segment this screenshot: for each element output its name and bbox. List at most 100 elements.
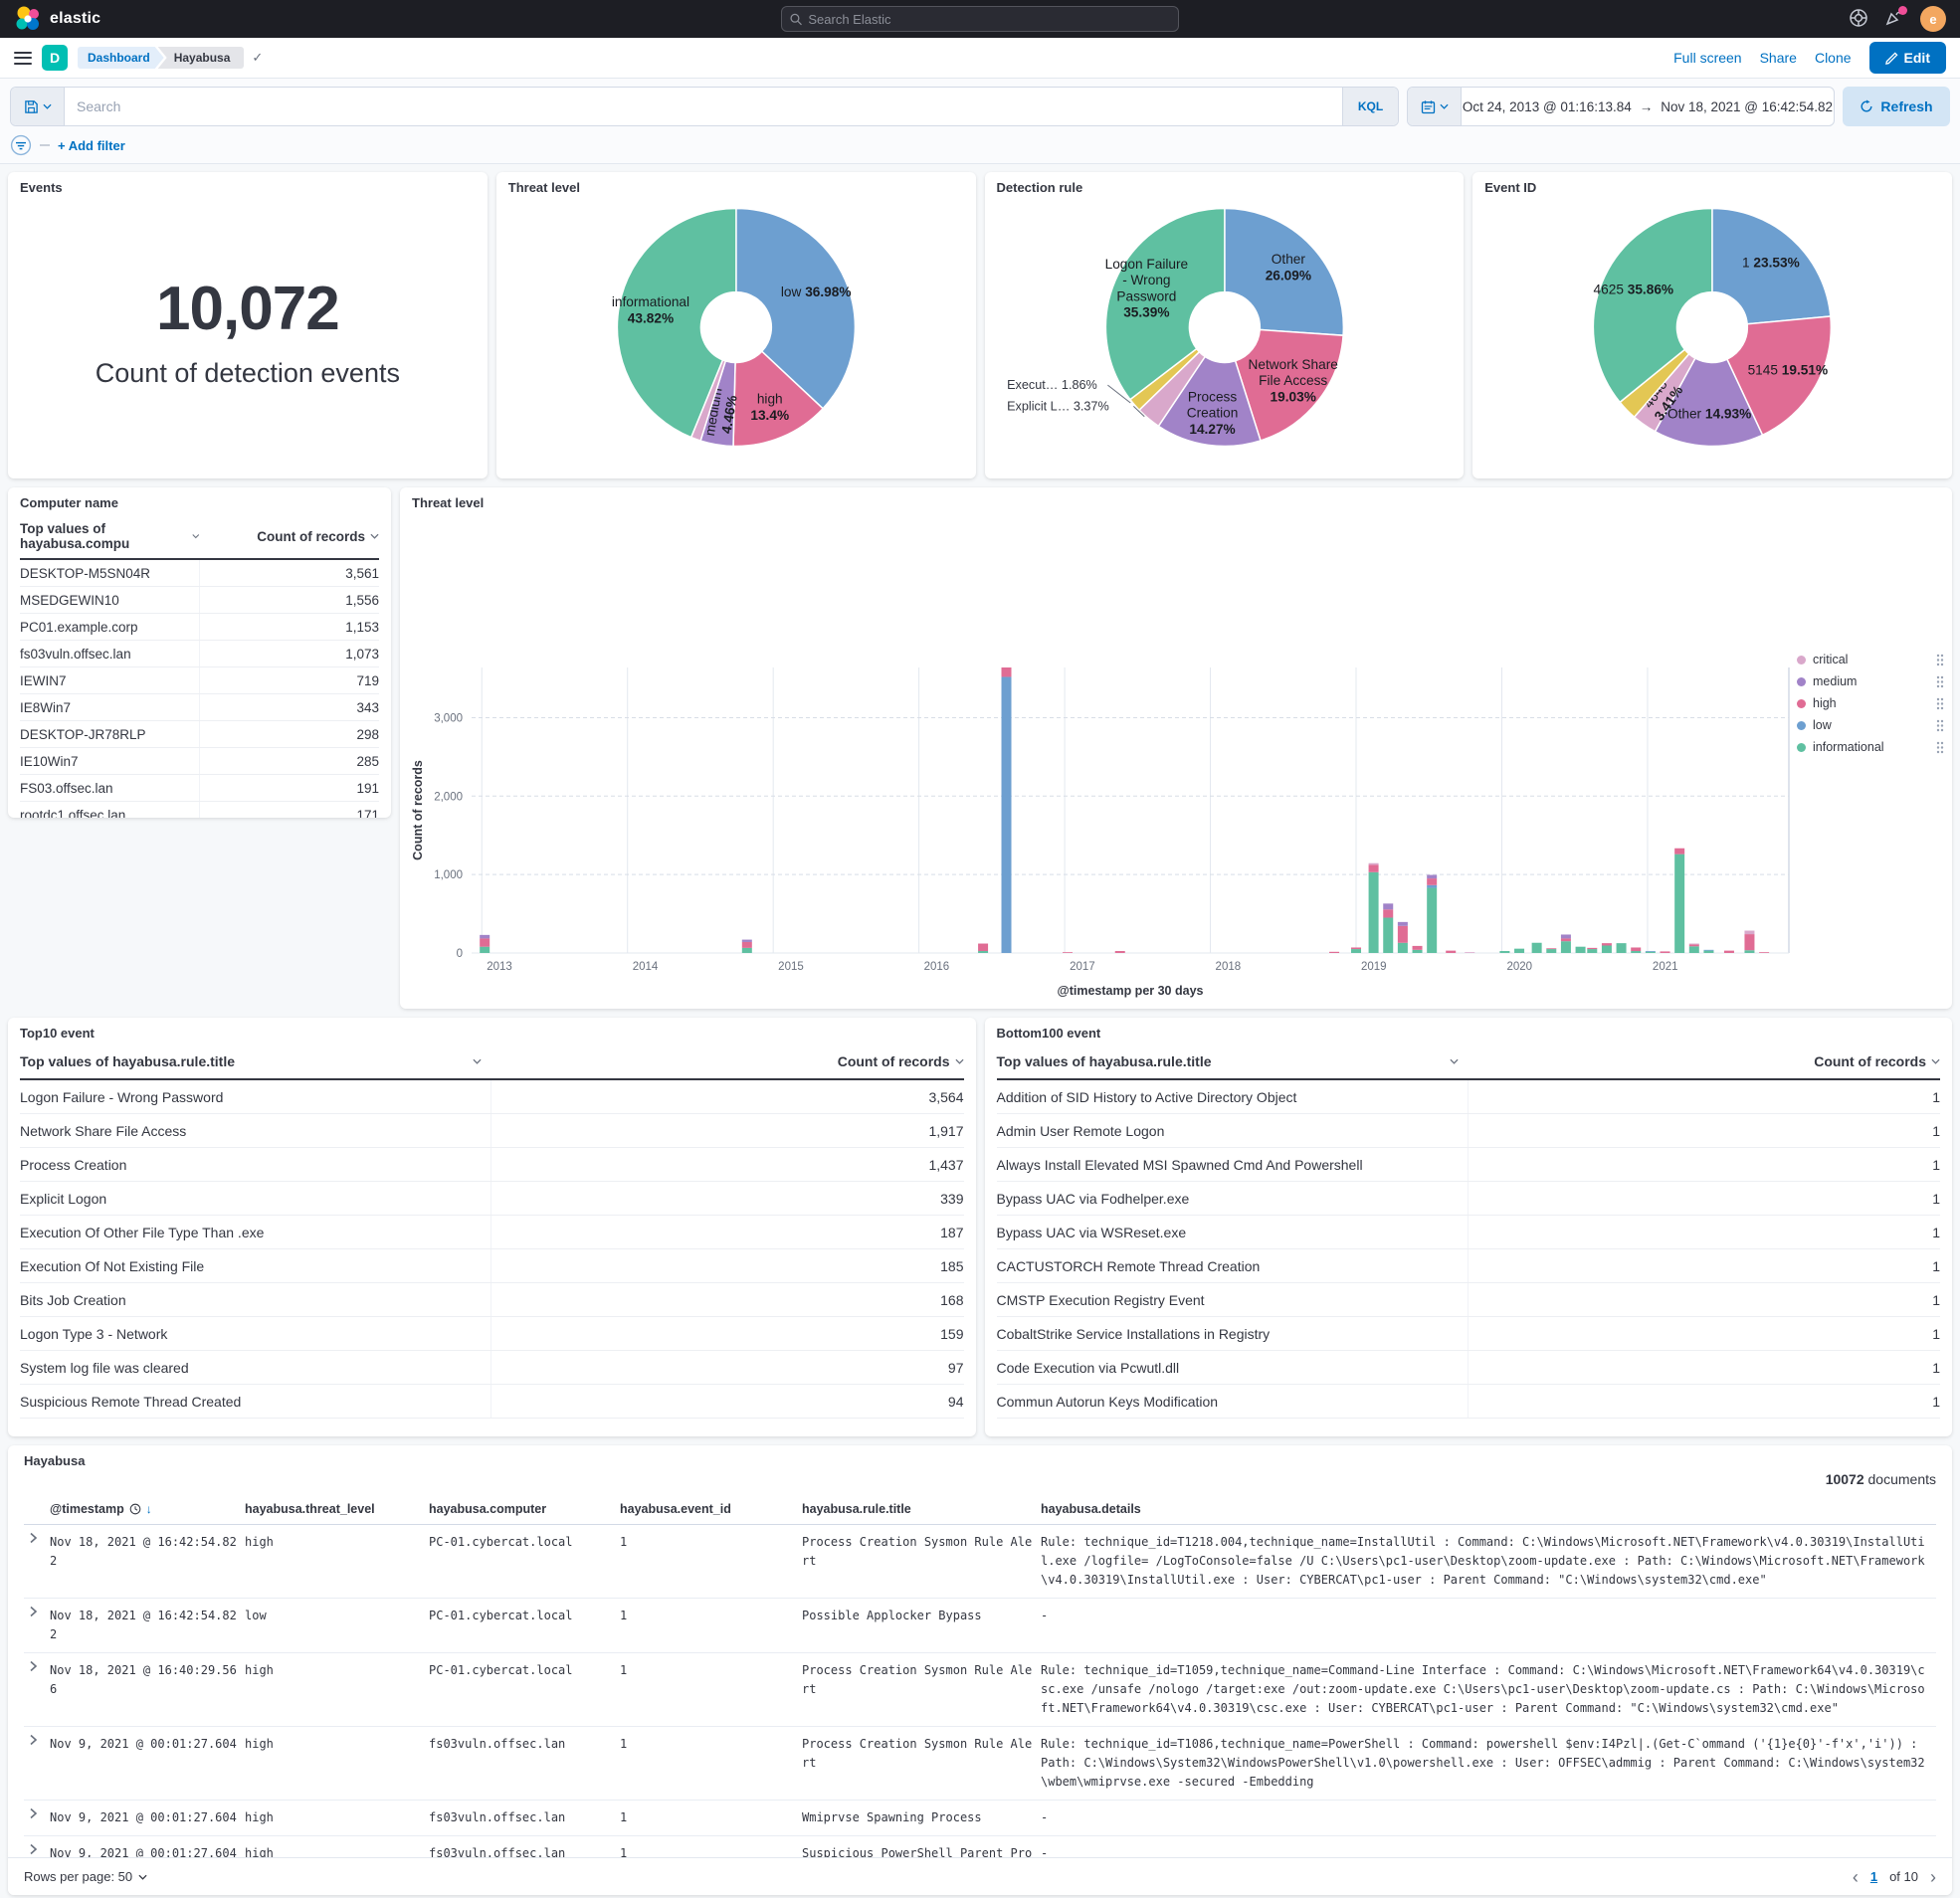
expand-document-icon[interactable] <box>26 1733 40 1750</box>
bar-segment-medium[interactable] <box>480 935 490 939</box>
chevron-down-icon[interactable] <box>473 1058 482 1064</box>
bar-segment-medium[interactable] <box>742 940 752 942</box>
cell-value[interactable]: Always Install Elevated MSI Spawned Cmd … <box>997 1148 1469 1181</box>
cell-value[interactable]: System log file was cleared <box>20 1351 491 1384</box>
share-button[interactable]: Share <box>1760 50 1797 66</box>
menu-icon[interactable] <box>14 52 32 65</box>
bar-segment-informational[interactable] <box>1398 943 1408 953</box>
cell-count[interactable]: 1,073 <box>200 641 380 666</box>
bar-segment-high[interactable] <box>1661 951 1670 953</box>
help-icon[interactable] <box>1849 8 1868 30</box>
cell-value[interactable]: Suspicious Remote Thread Created <box>20 1385 491 1418</box>
bar-segment-informational[interactable] <box>1617 943 1627 953</box>
edit-button[interactable]: Edit <box>1869 42 1946 74</box>
cell-value[interactable]: Network Share File Access <box>20 1114 491 1147</box>
cell-count[interactable]: 1,556 <box>200 587 380 613</box>
drag-handle-icon[interactable] <box>1936 697 1944 710</box>
bar-segment-high[interactable] <box>1329 952 1339 953</box>
cell-value[interactable]: Commun Autorun Keys Modification <box>997 1385 1469 1418</box>
cell-value[interactable]: Logon Failure - Wrong Password <box>20 1080 491 1113</box>
expand-document-icon[interactable] <box>26 1806 40 1823</box>
column-header-timestamp[interactable]: @timestamp ↓ <box>50 1502 245 1516</box>
column-header-threat-level[interactable]: hayabusa.threat_level <box>245 1502 429 1516</box>
bar-segment-high[interactable] <box>1413 946 1423 950</box>
bar-segment-informational[interactable] <box>1646 952 1656 953</box>
cell-count[interactable]: 159 <box>491 1317 963 1350</box>
bar-segment-informational[interactable] <box>1561 941 1571 953</box>
sort-descending-icon[interactable]: ↓ <box>146 1502 152 1516</box>
cell-count[interactable]: 1 <box>1469 1283 1940 1316</box>
cell-count[interactable]: 1 <box>1469 1080 1940 1113</box>
bar-segment-high[interactable] <box>1427 878 1437 885</box>
bar-segment-informational[interactable] <box>1674 854 1684 953</box>
rows-per-page-button[interactable]: Rows per page: 50 <box>24 1869 147 1884</box>
global-search-input[interactable] <box>808 12 1170 27</box>
cell-count[interactable]: 1 <box>1469 1182 1940 1215</box>
bar-segment-high[interactable] <box>1744 934 1754 950</box>
global-search[interactable] <box>781 6 1179 32</box>
threat-level-donut-chart[interactable]: low 36.98%high13.4%medium4.46%informatio… <box>508 195 964 456</box>
cell-value[interactable]: IE10Win7 <box>20 748 200 774</box>
bar-segment-high[interactable] <box>1369 864 1379 871</box>
bar-segment-informational[interactable] <box>1499 951 1509 953</box>
drag-handle-icon[interactable] <box>1936 741 1944 754</box>
cell-count[interactable]: 1,917 <box>491 1114 963 1147</box>
bar-segment-critical[interactable] <box>1689 944 1699 945</box>
bar-segment-high[interactable] <box>480 938 490 946</box>
cell-value[interactable]: Explicit Logon <box>20 1182 491 1215</box>
kql-toggle-button[interactable]: KQL <box>1342 88 1398 125</box>
bar-segment-high[interactable] <box>1446 951 1456 953</box>
bar-segment-medium[interactable] <box>1383 903 1393 909</box>
expand-document-icon[interactable] <box>26 1659 40 1676</box>
expand-document-icon[interactable] <box>26 1531 40 1548</box>
bar-segment-high[interactable] <box>1602 943 1612 945</box>
cell-value[interactable]: Logon Type 3 - Network <box>20 1317 491 1350</box>
column-header-count[interactable]: Count of records <box>1814 1053 1926 1069</box>
bar-segment-informational[interactable] <box>742 948 752 953</box>
cell-count[interactable]: 191 <box>200 775 380 801</box>
cell-value[interactable]: Addition of SID History to Active Direct… <box>997 1080 1469 1113</box>
bar-segment-informational[interactable] <box>1532 943 1542 953</box>
drag-handle-icon[interactable] <box>1936 719 1944 732</box>
date-range-start[interactable]: Oct 24, 2013 @ 01:16:13.84 <box>1463 99 1632 114</box>
cell-count[interactable]: 343 <box>200 694 380 720</box>
expand-document-icon[interactable] <box>26 1605 40 1621</box>
cell-value[interactable]: Bypass UAC via Fodhelper.exe <box>997 1182 1469 1215</box>
bar-segment-informational[interactable] <box>1602 946 1612 953</box>
bar-segment-low[interactable] <box>1703 950 1713 951</box>
column-header-rule-title[interactable]: hayabusa.rule.title <box>802 1502 1041 1516</box>
add-filter-button[interactable]: + Add filter <box>58 138 125 153</box>
clone-button[interactable]: Clone <box>1815 50 1852 66</box>
bar-segment-low[interactable] <box>1002 676 1012 953</box>
cell-value[interactable]: Process Creation <box>20 1148 491 1181</box>
chevron-down-icon[interactable] <box>1931 1058 1940 1064</box>
bar-segment-informational[interactable] <box>1369 872 1379 953</box>
legend-item-critical[interactable]: critical <box>1797 653 1944 666</box>
cell-value[interactable]: CobaltStrike Service Installations in Re… <box>997 1317 1469 1350</box>
page-number-1[interactable]: 1 <box>1870 1869 1877 1884</box>
bar-segment-medium[interactable] <box>1427 875 1437 879</box>
filter-icon[interactable] <box>10 134 32 156</box>
legend-item-high[interactable]: high <box>1797 696 1944 710</box>
column-header-details[interactable]: hayabusa.details <box>1041 1502 1936 1516</box>
bar-segment-informational[interactable] <box>1514 949 1524 953</box>
saved-query-icon[interactable] <box>11 88 65 125</box>
next-page-icon[interactable]: › <box>1930 1868 1936 1886</box>
cell-count[interactable]: 1 <box>1469 1216 1940 1248</box>
cell-count[interactable]: 97 <box>491 1351 963 1384</box>
date-range-end[interactable]: Nov 18, 2021 @ 16:42:54.82 <box>1661 99 1833 114</box>
cell-value[interactable]: Code Execution via Pcwutl.dll <box>997 1351 1469 1384</box>
calendar-icon[interactable] <box>1408 88 1462 125</box>
column-header-computer[interactable]: hayabusa.computer <box>429 1502 620 1516</box>
bar-segment-informational[interactable] <box>1631 951 1641 953</box>
cell-count[interactable]: 719 <box>200 667 380 693</box>
bar-segment-high[interactable] <box>978 944 988 951</box>
chevron-down-icon[interactable] <box>1450 1058 1459 1064</box>
cell-value[interactable]: IEWIN7 <box>20 667 200 693</box>
bar-segment-high[interactable] <box>1759 952 1769 953</box>
bar-segment-informational[interactable] <box>1576 947 1586 953</box>
drag-handle-icon[interactable] <box>1936 675 1944 688</box>
column-header-count[interactable]: Count of records <box>257 529 365 544</box>
column-header-computer[interactable]: Top values of hayabusa.compu <box>20 521 186 551</box>
cell-value[interactable]: Execution Of Not Existing File <box>20 1249 491 1282</box>
